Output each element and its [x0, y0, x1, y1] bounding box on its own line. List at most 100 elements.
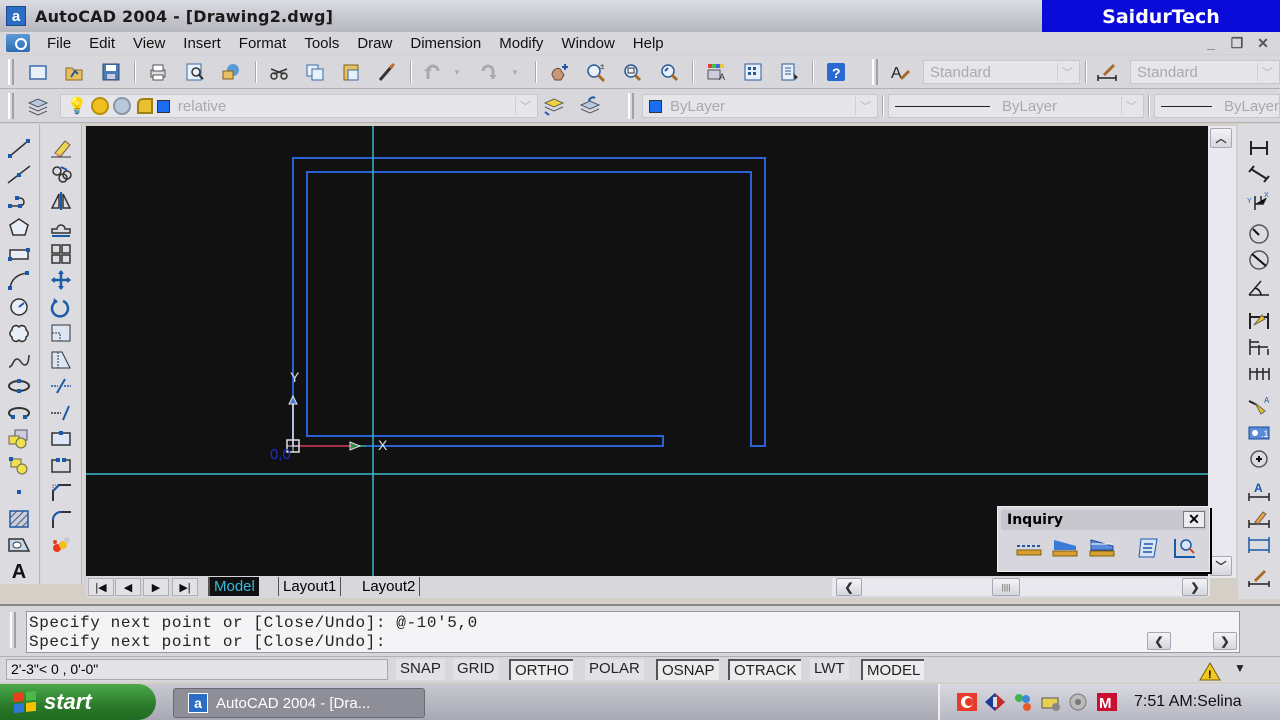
quick-leader-icon[interactable]: A: [1245, 394, 1273, 418]
toolbar-grip[interactable]: [8, 59, 14, 85]
lwt-toggle[interactable]: LWT: [810, 659, 849, 680]
help-icon[interactable]: ?: [823, 59, 849, 85]
locate-point-icon[interactable]: [1170, 535, 1200, 561]
lock-icon[interactable]: [136, 98, 153, 114]
region-icon[interactable]: [5, 533, 33, 557]
ellipse-icon[interactable]: [5, 374, 33, 398]
command-grip[interactable]: [10, 612, 16, 648]
dimension-edit-icon[interactable]: A: [1245, 480, 1273, 504]
stretch-icon[interactable]: [47, 348, 75, 372]
offset-icon[interactable]: [47, 215, 75, 239]
explode-icon[interactable]: [47, 533, 75, 557]
polygon-icon[interactable]: [5, 215, 33, 239]
redo-dropdown-icon[interactable]: ▾: [508, 59, 522, 85]
hatch-icon[interactable]: [5, 507, 33, 531]
document-icon[interactable]: [6, 34, 30, 52]
menu-format[interactable]: Format: [230, 35, 296, 52]
snap-toggle[interactable]: SNAP: [396, 659, 445, 680]
inquiry-title[interactable]: Inquiry: [1001, 510, 1206, 530]
chevron-down-icon[interactable]: ﹀: [1121, 97, 1141, 115]
chevron-down-icon[interactable]: ﹀: [515, 97, 535, 115]
lightbulb-icon[interactable]: 💡: [67, 96, 87, 116]
msn-messenger-icon[interactable]: [1012, 692, 1034, 712]
break-at-point-icon[interactable]: [47, 427, 75, 451]
tab-layout1[interactable]: Layout1: [278, 577, 342, 596]
cmd-scroll-right-button[interactable]: ❯: [1213, 632, 1237, 650]
wall-outer-line[interactable]: [292, 157, 766, 447]
menu-help[interactable]: Help: [624, 35, 673, 52]
clock[interactable]: 7:51 AM:Selina: [1134, 693, 1242, 711]
paste-icon[interactable]: [338, 59, 364, 85]
chevron-down-icon[interactable]: ﹀: [1257, 63, 1277, 81]
scale-icon[interactable]: [47, 321, 75, 345]
osnap-toggle[interactable]: OSNAP: [656, 659, 719, 680]
publish-icon[interactable]: [218, 59, 244, 85]
cmd-scroll-left-button[interactable]: ❮: [1147, 632, 1171, 650]
make-block-icon[interactable]: [5, 454, 33, 478]
color-select[interactable]: ByLayer ﹀: [642, 94, 878, 118]
plot-icon[interactable]: [145, 59, 171, 85]
close-button[interactable]: ✕: [1252, 34, 1274, 52]
dim-style-icon[interactable]: [1094, 59, 1120, 85]
toolbar-grip[interactable]: [872, 59, 878, 85]
otrack-toggle[interactable]: OTRACK: [728, 659, 801, 680]
baseline-dimension-icon[interactable]: [1245, 334, 1273, 358]
menu-tools[interactable]: Tools: [295, 35, 348, 52]
scroll-thumb[interactable]: ||||: [992, 578, 1020, 596]
menu-modify[interactable]: Modify: [490, 35, 552, 52]
plot-preview-icon[interactable]: [182, 59, 208, 85]
match-properties-icon[interactable]: [374, 59, 400, 85]
text-style-select[interactable]: Standard ﹀: [923, 60, 1080, 84]
antivirus-icon[interactable]: [956, 692, 978, 712]
trim-icon[interactable]: [47, 374, 75, 398]
lineweight-select[interactable]: ByLayer: [1154, 94, 1280, 118]
speaker-icon[interactable]: [1068, 692, 1090, 712]
extend-icon[interactable]: [47, 401, 75, 425]
break-icon[interactable]: [47, 454, 75, 478]
zoom-realtime-icon[interactable]: ±: [583, 59, 609, 85]
redo-icon[interactable]: [475, 59, 501, 85]
revision-cloud-icon[interactable]: [5, 321, 33, 345]
menu-window[interactable]: Window: [552, 35, 623, 52]
undo-icon[interactable]: [420, 59, 446, 85]
menu-insert[interactable]: Insert: [174, 35, 230, 52]
arc-icon[interactable]: [5, 268, 33, 292]
inquiry-close-button[interactable]: ✕: [1183, 511, 1205, 528]
mass-properties-icon[interactable]: [1087, 535, 1117, 561]
network-diamond-icon[interactable]: [984, 692, 1006, 712]
linetype-select[interactable]: ByLayer ﹀: [888, 94, 1144, 118]
make-object-layer-current-icon[interactable]: [541, 93, 567, 119]
command-line[interactable]: Specify next point or [Close/Undo]: @-10…: [26, 611, 1240, 653]
menu-dimension[interactable]: Dimension: [401, 35, 490, 52]
sun-freeze-icon[interactable]: [90, 97, 109, 115]
menu-file[interactable]: File: [38, 35, 80, 52]
ortho-toggle[interactable]: ORTHO: [509, 659, 573, 680]
dimension-style-icon[interactable]: [1245, 566, 1273, 590]
insert-block-icon[interactable]: [5, 427, 33, 451]
pan-icon[interactable]: [546, 59, 572, 85]
toolbar-grip[interactable]: [628, 93, 634, 119]
autocad-app-icon[interactable]: a: [6, 6, 26, 26]
mcafee-icon[interactable]: M: [1096, 692, 1118, 712]
undo-dropdown-icon[interactable]: ▾: [450, 59, 464, 85]
tab-layout2[interactable]: Layout2: [358, 577, 421, 596]
fillet-icon[interactable]: [47, 507, 75, 531]
start-button[interactable]: start: [0, 684, 156, 720]
polar-toggle[interactable]: POLAR: [585, 659, 644, 680]
taskbar-item-autocad[interactable]: a AutoCAD 2004 - [Dra...: [173, 688, 425, 718]
ellipse-arc-icon[interactable]: [5, 401, 33, 425]
chevron-down-icon[interactable]: ﹀: [1057, 63, 1077, 81]
rectangle-icon[interactable]: [5, 242, 33, 266]
vertical-scrollbar[interactable]: ︿ ﹀: [1208, 126, 1236, 578]
tool-palettes-icon[interactable]: A: [703, 59, 729, 85]
inquiry-toolbar[interactable]: Inquiry ✕: [997, 506, 1210, 572]
scroll-up-button[interactable]: ︿: [1210, 128, 1232, 148]
design-center-icon[interactable]: [740, 59, 766, 85]
continue-dimension-icon[interactable]: [1245, 361, 1273, 385]
restore-button[interactable]: ❐: [1226, 34, 1248, 52]
minimize-button[interactable]: _: [1200, 34, 1222, 52]
construction-line-icon[interactable]: [5, 162, 33, 186]
viewport-freeze-icon[interactable]: [112, 97, 131, 115]
mirror-icon[interactable]: [47, 189, 75, 213]
area-icon[interactable]: [1050, 535, 1080, 561]
